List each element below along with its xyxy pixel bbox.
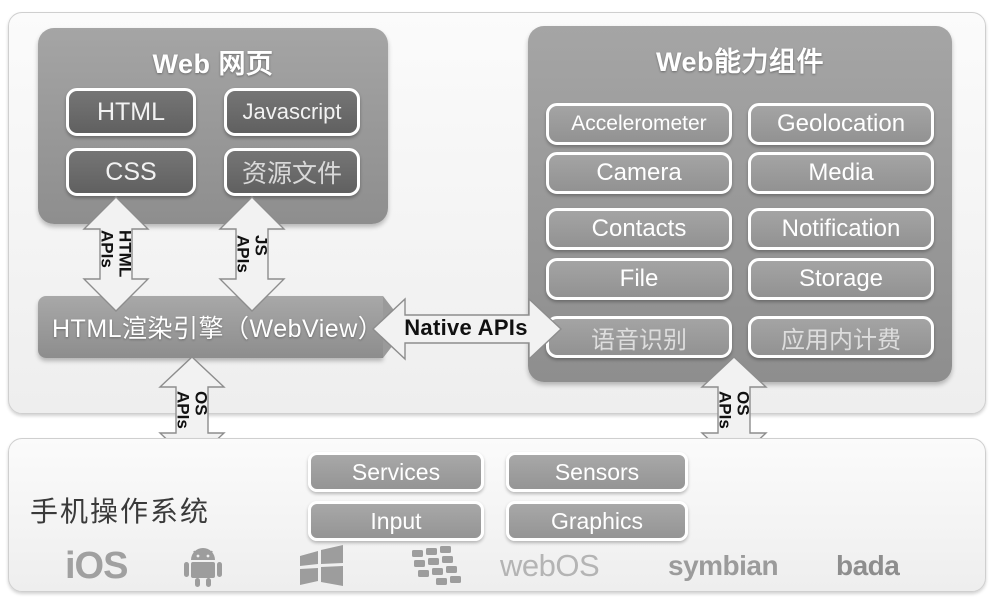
chip-resource-files[interactable]: 资源文件 (224, 148, 360, 196)
capability-in-app-purchase-label: 应用内计费 (781, 326, 901, 354)
web-capability-title-cjk: 能力组件 (714, 47, 824, 77)
capability-storage[interactable]: Storage (748, 258, 934, 300)
capability-file[interactable]: File (546, 258, 732, 300)
web-capability-panel-title: Web能力组件 (528, 40, 952, 79)
os-chip-input-label: Input (370, 507, 422, 534)
os-chip-sensors-label: Sensors (554, 458, 640, 485)
capability-geolocation-label: Geolocation (776, 110, 906, 137)
os-chip-graphics-label: Graphics (550, 507, 644, 534)
capability-notification[interactable]: Notification (748, 208, 934, 250)
chip-javascript-label: Javascript (242, 99, 342, 124)
web-page-title-en: Web (152, 49, 219, 79)
bada-logo-text: bada (836, 550, 900, 581)
capability-accelerometer[interactable]: Accelerometer (546, 103, 732, 145)
ios-logo-text: iOS (65, 544, 128, 587)
capability-media[interactable]: Media (748, 152, 934, 194)
os-chip-services[interactable]: Services (308, 452, 484, 492)
chip-css[interactable]: CSS (66, 148, 196, 196)
os-layer-title: 手机操作系统 (30, 496, 211, 527)
web-page-title-cjk: 网页 (218, 49, 274, 79)
chip-resource-files-label: 资源文件 (241, 160, 342, 188)
chip-javascript[interactable]: Javascript (224, 88, 360, 136)
webos-logo-icon: webOS (500, 542, 600, 590)
capability-contacts-label: Contacts (591, 215, 687, 242)
capability-speech-recognition-label: 语音识别 (591, 326, 687, 354)
arrow-html-apis-icon (82, 196, 150, 312)
capability-speech-recognition[interactable]: 语音识别 (546, 316, 732, 358)
symbian-logo-text: symbian (668, 550, 779, 581)
capability-camera[interactable]: Camera (546, 152, 732, 194)
os-chip-input[interactable]: Input (308, 501, 484, 541)
os-chip-services-label: Services (351, 458, 441, 485)
capability-geolocation[interactable]: Geolocation (748, 103, 934, 145)
os-chip-graphics[interactable]: Graphics (506, 501, 688, 541)
webos-logo-text: webOS (500, 548, 600, 583)
capability-media-label: Media (808, 159, 874, 186)
chip-css-label: CSS (105, 157, 157, 186)
arrow-js-apis-icon (218, 196, 286, 312)
bada-logo-icon: bada (836, 542, 900, 590)
ios-logo-icon: iOS (65, 542, 128, 590)
windows-logo-icon (298, 542, 346, 590)
capability-contacts[interactable]: Contacts (546, 208, 732, 250)
web-page-panel-title: Web 网页 (38, 42, 388, 81)
chip-html-label: HTML (96, 97, 166, 126)
web-capability-title-en: Web (655, 47, 714, 77)
capability-in-app-purchase[interactable]: 应用内计费 (748, 316, 934, 358)
blackberry-logo-icon (410, 542, 464, 590)
arrow-native-apis-icon (371, 297, 563, 361)
android-logo-icon (180, 542, 226, 590)
capability-storage-label: Storage (798, 265, 884, 292)
capability-accelerometer-label: Accelerometer (571, 112, 707, 135)
capability-camera-label: Camera (596, 159, 682, 186)
os-chip-sensors[interactable]: Sensors (506, 452, 688, 492)
capability-file-label: File (619, 265, 659, 292)
capability-notification-label: Notification (781, 215, 901, 242)
diagram-canvas: Web 网页 HTML Javascript CSS 资源文件 Web能力组件 … (0, 0, 1000, 601)
chip-html[interactable]: HTML (66, 88, 196, 136)
symbian-logo-icon: symbian (668, 542, 779, 590)
os-logo-row: iOS webOS symbian bada (20, 542, 970, 590)
webview-engine-label: HTML渲染引擎（WebView） (52, 315, 384, 343)
